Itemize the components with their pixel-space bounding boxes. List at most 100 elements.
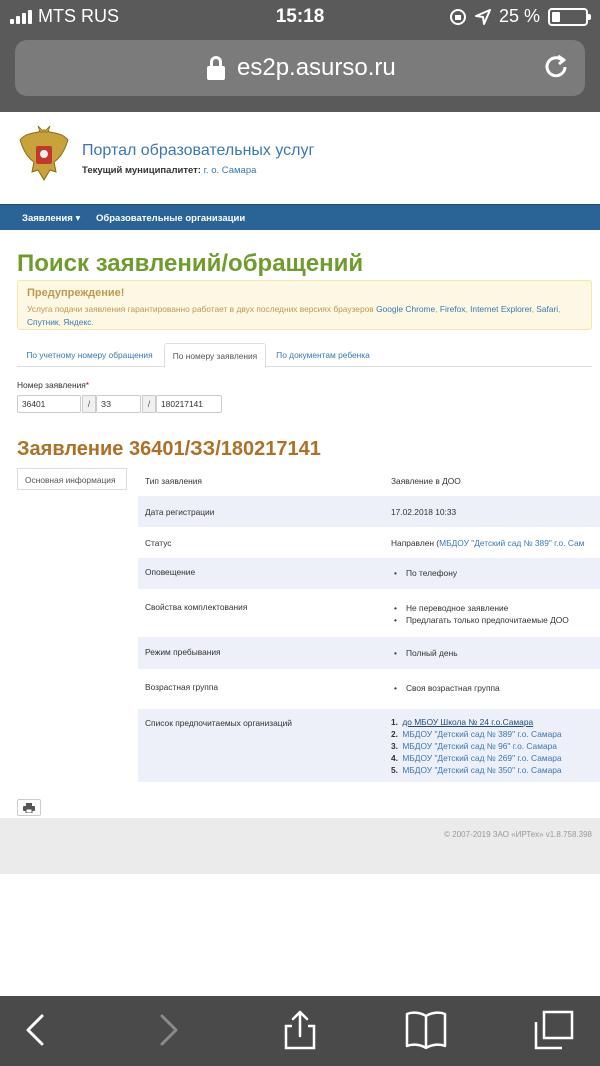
- required-mark: *: [85, 380, 90, 390]
- search-tabs: По учетному номеру обращения По номеру з…: [17, 343, 592, 368]
- item-number: 1.: [391, 717, 398, 727]
- tab-by-child-documents[interactable]: По документам ребенка: [268, 343, 378, 367]
- portal-title[interactable]: Портал образовательных услуг: [82, 142, 314, 160]
- item-number: 5.: [391, 765, 398, 775]
- book-icon[interactable]: [404, 1010, 448, 1050]
- printer-icon: [23, 802, 35, 813]
- org-link[interactable]: МБДОУ "Детский сад № 350" г.о. Самара: [402, 765, 561, 775]
- list-item: Своя возрастная группа: [391, 682, 500, 694]
- browser-link-yandex[interactable]: Яндекс: [63, 317, 91, 327]
- org-link[interactable]: МБДОУ "Детский сад № 269" г.о. Самара: [402, 753, 561, 763]
- municipality-label: Текущий муниципалитет:: [82, 165, 201, 176]
- nav-edu-organizations[interactable]: Образовательные организации: [96, 213, 245, 224]
- org-link[interactable]: МБДОУ "Детский сад № 389" г.о. Самара: [402, 729, 561, 739]
- row-stay-mode: Режим пребывания Полный день: [138, 637, 600, 669]
- browser-link-sputnik[interactable]: Спутник: [27, 317, 59, 327]
- row-reg-date: Дата регистрации 17.02.2018 10:33: [138, 496, 600, 527]
- reload-icon[interactable]: [541, 52, 571, 82]
- row-value: Заявление в ДОО: [391, 476, 461, 486]
- tab-main-info[interactable]: Основная информация: [17, 468, 127, 490]
- application-number-part2-input[interactable]: ЗЗ: [96, 395, 141, 413]
- item-number: 2.: [391, 729, 398, 739]
- print-button[interactable]: [17, 799, 41, 816]
- item-number: 3.: [391, 741, 398, 751]
- list-item: Полный день: [391, 647, 458, 659]
- row-notification: Оповещение По телефону: [138, 558, 600, 589]
- portal-header: Портал образовательных услуг Текущий мун…: [0, 112, 600, 204]
- row-key: Возрастная группа: [145, 682, 219, 692]
- list-item: 4. МБДОУ "Детский сад № 269" г.о. Самара: [391, 752, 562, 764]
- chevron-left-icon[interactable]: [14, 1010, 58, 1050]
- row-key: Оповещение: [145, 567, 196, 577]
- tabs-icon[interactable]: [532, 1010, 576, 1050]
- application-number-part3-input[interactable]: 180217141: [156, 395, 222, 413]
- org-link[interactable]: до МБОУ Школа № 24 г.о.Самара: [402, 717, 533, 727]
- row-key: Режим пребывания: [145, 647, 221, 657]
- browser-link-firefox[interactable]: Firefox: [440, 304, 466, 314]
- application-number-part1-input[interactable]: 36401: [17, 395, 81, 413]
- row-value: Направлен (МБДОУ "Детский сад № 389" г.о…: [391, 538, 584, 548]
- warning-alert: Предупреждение! Услуга подачи заявления …: [17, 280, 592, 330]
- row-preferred-orgs: Список предпочитаемых организаций 1. до …: [138, 709, 600, 782]
- row-age-group: Возрастная группа Своя возрастная группа: [138, 669, 600, 709]
- row-value: 17.02.2018 10:33: [391, 507, 457, 517]
- list-item: Не переводное заявление: [391, 602, 569, 614]
- row-key: Дата регистрации: [145, 507, 215, 517]
- status-bar: MTS RUS 15:18 25 %: [0, 0, 600, 34]
- tab-by-request-number[interactable]: По учетному номеру обращения: [17, 343, 162, 367]
- list-item: Предлагать только предпочитаемые ДОО: [391, 614, 569, 626]
- browser-link-safari[interactable]: Safari: [536, 304, 558, 314]
- url-text: es2p.asurso.ru: [237, 54, 396, 81]
- location-icon: [474, 8, 491, 25]
- list-item: По телефону: [391, 567, 457, 579]
- browser-link-chrome[interactable]: Google Chrome: [376, 304, 435, 314]
- application-number-label: Номер заявления*: [17, 380, 89, 390]
- url-bar[interactable]: es2p.asurso.ru: [15, 40, 585, 96]
- lock-icon: [207, 56, 225, 80]
- list-item: 5. МБДОУ "Детский сад № 350" г.о. Самара: [391, 764, 562, 776]
- row-key: Тип заявления: [145, 476, 202, 486]
- org-link[interactable]: МБДОУ "Детский сад № 96" г.о. Самара: [402, 741, 557, 751]
- list-item: 3. МБДОУ "Детский сад № 96" г.о. Самара: [391, 740, 562, 752]
- main-navbar: Заявления ▾ Образовательные организации: [0, 204, 600, 230]
- row-value: Полный день: [391, 647, 458, 659]
- ios-top-bar: MTS RUS 15:18 25 % es2p.asurso.ru: [0, 0, 600, 112]
- row-value: Своя возрастная группа: [391, 682, 500, 694]
- municipality-link[interactable]: г. о. Самара: [204, 165, 257, 176]
- application-number-label-text: Номер заявления: [17, 380, 86, 390]
- browser-link-ie[interactable]: Internet Explorer: [470, 304, 531, 314]
- status-org-link[interactable]: МБДОУ "Детский сад № 389" г.о. Сам: [439, 538, 584, 548]
- nav-applications-menu[interactable]: Заявления ▾: [22, 213, 80, 224]
- list-item: 1. до МБОУ Школа № 24 г.о.Самара: [391, 716, 562, 728]
- warning-title: Предупреждение!: [27, 287, 125, 299]
- application-title: Заявление 36401/ЗЗ/180217141: [17, 438, 321, 460]
- row-value: По телефону: [391, 567, 457, 579]
- row-key: Свойства комплектования: [145, 602, 248, 612]
- tab-by-application-number[interactable]: По номеру заявления: [164, 343, 266, 368]
- status-text: Направлен (: [391, 538, 440, 548]
- copyright: © 2007-2019 ЗАО «ИРТех» v1.8.758.398: [444, 830, 592, 839]
- orientation-lock-icon: [449, 8, 466, 25]
- preferred-orgs-list: 1. до МБОУ Школа № 24 г.о.Самара 2. МБДО…: [391, 716, 562, 776]
- russian-coat-of-arms-icon: [19, 125, 69, 181]
- share-icon[interactable]: [278, 1010, 322, 1050]
- battery-icon: [548, 7, 591, 26]
- row-key: Список предпочитаемых организаций: [145, 718, 292, 728]
- item-number: 4.: [391, 753, 398, 763]
- chevron-right-icon[interactable]: [146, 1010, 190, 1050]
- row-type: Тип заявления Заявление в ДОО: [138, 465, 600, 496]
- battery-percent: 25 %: [498, 6, 540, 26]
- separator-2: /: [142, 395, 156, 413]
- ios-bottom-toolbar: [0, 996, 600, 1066]
- warning-text: Услуга подачи заявления гарантированно р…: [27, 304, 561, 327]
- municipality-line: Текущий муниципалитет: г. о. Самара: [82, 165, 256, 176]
- warning-text-prefix: Услуга подачи заявления гарантированно р…: [27, 304, 374, 314]
- separator-1: /: [82, 395, 96, 413]
- page-footer: © 2007-2019 ЗАО «ИРТех» v1.8.758.398: [0, 818, 600, 874]
- application-info-table: Тип заявления Заявление в ДОО Дата регис…: [138, 465, 600, 782]
- page-title: Поиск заявлений/обращений: [17, 250, 364, 277]
- list-item: 2. МБДОУ "Детский сад № 389" г.о. Самара: [391, 728, 562, 740]
- row-value: Не переводное заявление Предлагать тольк…: [391, 602, 569, 626]
- row-status: Статус Направлен (МБДОУ "Детский сад № 3…: [138, 527, 600, 558]
- row-key: Статус: [145, 538, 172, 548]
